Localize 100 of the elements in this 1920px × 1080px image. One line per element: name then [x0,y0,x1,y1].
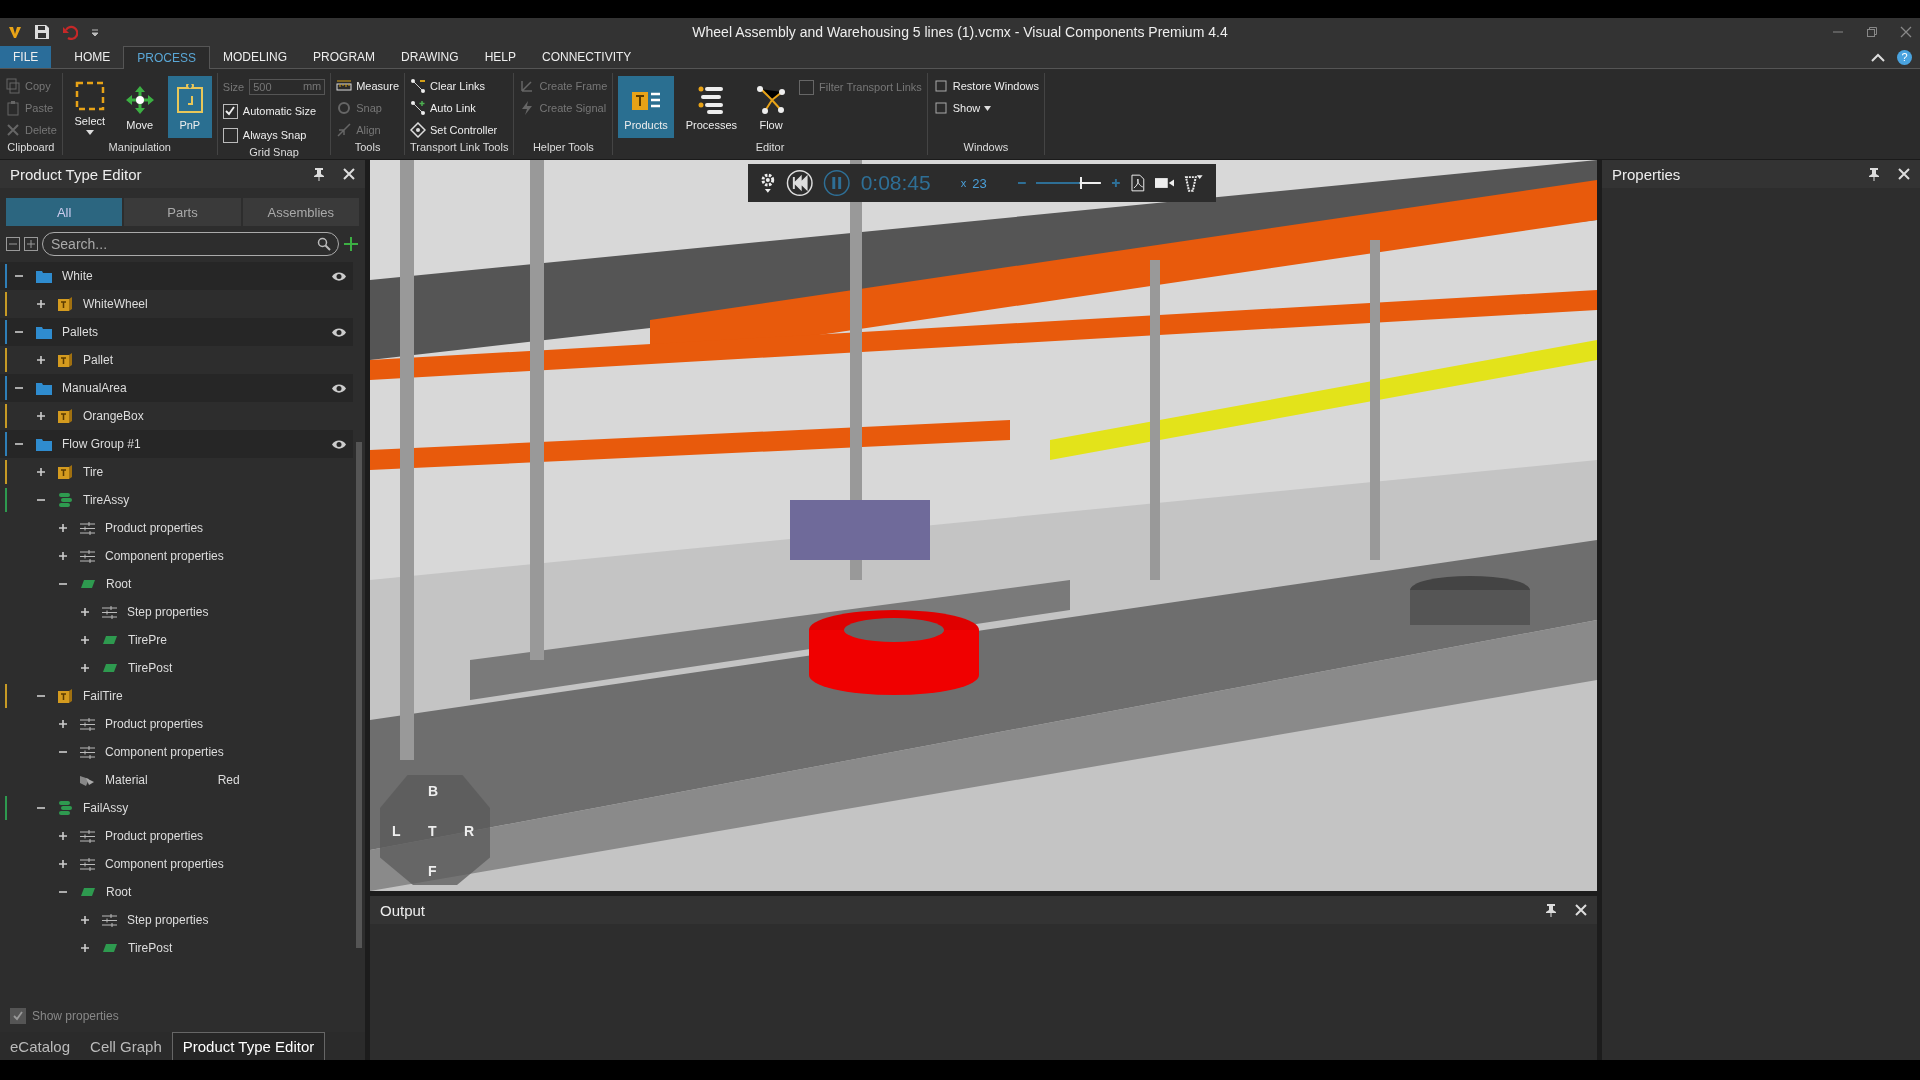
ribbon-button[interactable]: Clear Links [410,76,498,96]
pin-icon[interactable] [1545,903,1557,917]
tree-item-label[interactable]: Pallet [83,353,114,367]
eye-icon[interactable] [331,438,347,450]
ribbon-button[interactable]: Flow [749,76,794,138]
ribbon-button[interactable]: PnP [167,76,212,138]
tree-item-label[interactable]: Product properties [105,829,204,843]
menu-tab[interactable]: PROGRAM [300,46,389,68]
expand-icon[interactable] [80,607,90,617]
expand-icon[interactable] [58,859,68,869]
sliders-icon [80,549,95,563]
expand-icon[interactable] [36,299,46,309]
material-icon [80,773,95,787]
expand-icon[interactable] [36,411,46,421]
save-icon[interactable] [34,24,50,40]
panel-tab[interactable]: Product Type Editor [171,1032,326,1060]
tree-item-label[interactable]: Tire [83,465,104,479]
expand-icon[interactable] [58,551,68,561]
video-camera-icon[interactable] [1154,177,1175,189]
tree-item-label[interactable]: TirePost [128,941,173,955]
tree-item-label[interactable]: WhiteWheel [83,297,148,311]
tree-item-label[interactable]: TireAssy [83,493,130,507]
checkbox[interactable] [222,127,238,143]
tree-item-label[interactable]: FailAssy [83,801,129,815]
menu-tab[interactable]: PROCESS [123,46,211,69]
tree-item-label[interactable]: Product properties [105,717,204,731]
panel-tab[interactable]: Cell Graph [80,1032,172,1060]
restore-icon[interactable] [1866,26,1878,38]
eye-icon[interactable] [331,382,347,394]
expand-icon[interactable] [80,915,90,925]
tree-item-label[interactable]: OrangeBox [83,409,144,423]
menu-tab[interactable]: FILE [0,46,52,68]
view-cube-label[interactable]: B [428,783,439,799]
tree-item-label[interactable]: White [62,269,93,283]
filter-tab[interactable]: Parts [124,198,241,226]
panel-tab[interactable]: eCatalog [0,1032,81,1060]
tree-item-label[interactable]: Material [105,773,148,787]
filter-icon[interactable] [1184,174,1204,192]
collapse-all-icon[interactable] [6,237,20,251]
ribbon-button[interactable]: Set Controller [410,120,498,140]
pin-icon[interactable] [1868,167,1880,181]
tree-item-label[interactable]: Step properties [127,913,209,927]
expand-icon[interactable] [36,467,46,477]
ribbon-button[interactable]: Measure [336,76,399,96]
search-field[interactable]: Search... [42,232,339,256]
menu-tab[interactable]: CONNECTIVITY [529,46,645,68]
tree-item-label[interactable]: ManualArea [62,381,127,395]
plus-icon[interactable] [343,236,359,252]
tree-item-label[interactable]: Step properties [127,605,209,619]
tree-item-label[interactable]: TirePost [128,661,173,675]
tree-item-label[interactable]: Flow Group #1 [62,437,141,451]
view-cube-label[interactable]: R [464,823,475,839]
customize-caret-icon[interactable] [90,27,100,37]
menu-tab[interactable]: DRAWING [388,46,472,68]
tree-item-label[interactable]: Component properties [105,857,224,871]
expand-icon[interactable] [58,523,68,533]
expand-icon[interactable] [80,943,90,953]
stack-icon [58,800,73,816]
search-icon [317,237,331,251]
collapse-ribbon-icon[interactable] [1871,52,1885,62]
tree-item-label[interactable]: Product properties [105,521,204,535]
tree-item-label[interactable]: Pallets [62,325,99,339]
filter-tab[interactable]: All [6,198,123,226]
expand-icon[interactable] [36,355,46,365]
filter-tab[interactable]: Assemblies [242,198,359,226]
app-logo-icon[interactable] [8,25,22,39]
expand-icon[interactable] [58,831,68,841]
pin-icon[interactable] [313,167,325,181]
rewind-button[interactable] [785,169,814,197]
tree-item-label[interactable]: FailTire [83,689,123,703]
plus-icon[interactable] [1111,178,1122,188]
eye-icon[interactable] [331,270,347,282]
expand-icon[interactable] [80,663,90,673]
settings-icon[interactable] [760,172,776,194]
window-title: Wheel Assembly and Warehousing 5 lines (1).vcmx - Visual Components Premium 4.4 [691,24,1229,40]
ribbon-button[interactable]: Restore Windows [932,76,1039,96]
ribbon-button[interactable]: Move [117,76,162,138]
ribbon-button[interactable]: Products [618,76,674,138]
ribbon-button[interactable]: Processes [679,76,744,138]
ribbon-button[interactable]: Select [67,76,112,138]
menu-tab[interactable]: HELP [471,46,529,68]
expand-icon[interactable] [58,719,68,729]
view-cube-label[interactable]: F [428,863,437,879]
view-cube-label[interactable]: T [428,823,437,839]
tree-item-label[interactable]: Root [106,577,132,591]
expand-all-icon[interactable] [24,237,38,251]
tree-item-label[interactable]: TirePre [128,633,167,647]
menu-tab[interactable]: MODELING [210,46,301,68]
view-cube-label[interactable]: L [392,823,401,839]
checkbox[interactable] [222,103,238,119]
eye-icon[interactable] [331,326,347,338]
expand-icon[interactable] [80,635,90,645]
menu-tab[interactable]: HOME [61,46,124,68]
pause-button[interactable] [823,169,851,197]
ribbon-button[interactable]: Show [932,98,1039,118]
pdf-icon[interactable] [1131,174,1145,192]
tree-item-label[interactable]: Component properties [105,549,224,563]
ribbon-button[interactable]: Auto Link [410,98,498,118]
tree-item-label[interactable]: Component properties [105,745,224,759]
tree-item-label[interactable]: Root [106,885,132,899]
